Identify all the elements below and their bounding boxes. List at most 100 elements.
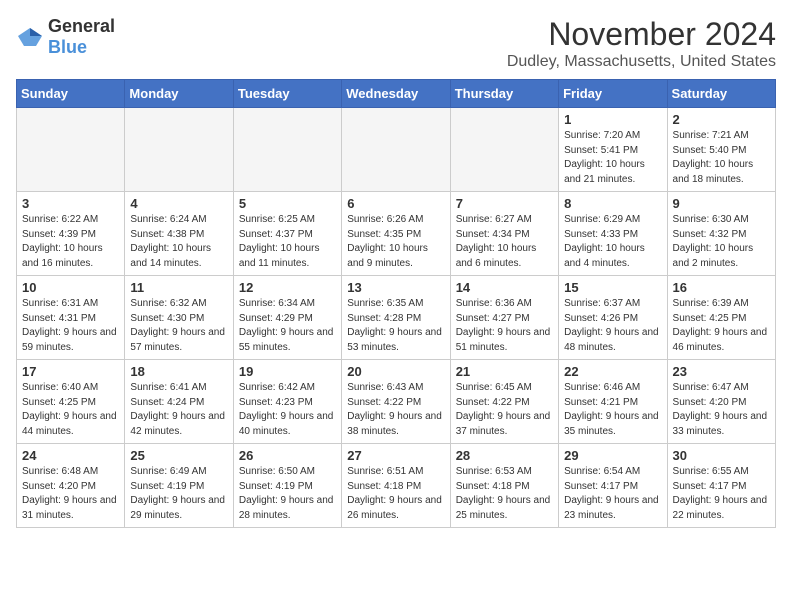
logo-general: General [48,16,115,36]
calendar-week-4: 17Sunrise: 6:40 AM Sunset: 4:25 PM Dayli… [17,360,776,444]
day-number: 20 [347,364,444,379]
calendar-cell: 15 Sunrise: 6:37 AM Sunset: 4:26 PM Dayli… [559,276,667,360]
logo: General Blue [16,16,115,58]
day-number: 1 [564,112,661,127]
calendar-cell: 16 Sunrise: 6:39 AM Sunset: 4:25 PM Dayli… [667,276,775,360]
day-info: Sunrise: 6:50 AM Sunset: 4:19 PM Dayligh… [239,465,336,523]
day-number: 15 [564,280,661,295]
calendar-table: SundayMondayTuesdayWednesdayThursdayFrid… [16,79,776,528]
day-info: Sunrise: 6:46 AM Sunset: 4:21 PM Dayligh… [564,381,661,439]
day-number: 7 [456,196,553,211]
day-info: Sunrise: 6:55 AM Sunset: 4:17 PM Dayligh… [673,465,770,523]
day-info: Sunrise: 6:30 AM Sunset: 4:32 PM Dayligh… [673,213,770,271]
day-info: Sunrise: 6:54 AM Sunset: 4:17 PM Dayligh… [564,465,661,523]
calendar-cell: 23Sunrise: 6:47 AM Sunset: 4:20 PM Dayli… [667,360,775,444]
day-info: Sunrise: 6:41 AM Sunset: 4:24 PM Dayligh… [130,381,227,439]
calendar-week-3: 10 Sunrise: 6:31 AM Sunset: 4:31 PM Dayli… [17,276,776,360]
weekday-header-friday: Friday [559,80,667,108]
day-info: Sunrise: 6:26 AM Sunset: 4:35 PM Dayligh… [347,213,444,271]
day-info: Sunrise: 6:51 AM Sunset: 4:18 PM Dayligh… [347,465,444,523]
day-info: Sunrise: 6:48 AM Sunset: 4:20 PM Dayligh… [22,465,119,523]
day-number: 2 [673,112,770,127]
day-info: Sunrise: 6:29 AM Sunset: 4:33 PM Dayligh… [564,213,661,271]
header: General Blue November 2024 Dudley, Massa… [16,16,776,71]
calendar-cell [450,108,558,192]
weekday-header-wednesday: Wednesday [342,80,450,108]
calendar-cell: 24 Sunrise: 6:48 AM Sunset: 4:20 PM Dayli… [17,444,125,528]
day-number: 21 [456,364,553,379]
day-info: Sunrise: 6:31 AM Sunset: 4:31 PM Dayligh… [22,297,119,355]
calendar-cell [233,108,341,192]
day-info: Sunrise: 6:42 AM Sunset: 4:23 PM Dayligh… [239,381,336,439]
logo-text: General Blue [48,16,115,58]
day-number: 24 [22,448,119,463]
calendar-week-1: 1 Sunrise: 7:20 AM Sunset: 5:41 PM Daylig… [17,108,776,192]
calendar-cell: 25Sunrise: 6:49 AM Sunset: 4:19 PM Dayli… [125,444,233,528]
calendar-cell: 20 Sunrise: 6:43 AM Sunset: 4:22 PM Dayli… [342,360,450,444]
calendar-cell: 5 Sunrise: 6:25 AM Sunset: 4:37 PM Daylig… [233,192,341,276]
calendar-cell: 8Sunrise: 6:29 AM Sunset: 4:33 PM Daylig… [559,192,667,276]
calendar-cell: 9 Sunrise: 6:30 AM Sunset: 4:32 PM Daylig… [667,192,775,276]
day-number: 5 [239,196,336,211]
calendar-cell: 27 Sunrise: 6:51 AM Sunset: 4:18 PM Dayli… [342,444,450,528]
calendar-cell: 22Sunrise: 6:46 AM Sunset: 4:21 PM Dayli… [559,360,667,444]
calendar-week-2: 3 Sunrise: 6:22 AM Sunset: 4:39 PM Daylig… [17,192,776,276]
day-number: 18 [130,364,227,379]
day-number: 12 [239,280,336,295]
calendar-cell: 6 Sunrise: 6:26 AM Sunset: 4:35 PM Daylig… [342,192,450,276]
weekday-header-tuesday: Tuesday [233,80,341,108]
calendar-cell: 28 Sunrise: 6:53 AM Sunset: 4:18 PM Dayli… [450,444,558,528]
logo-blue: Blue [48,37,87,57]
weekday-header-row: SundayMondayTuesdayWednesdayThursdayFrid… [17,80,776,108]
calendar-cell: 19 Sunrise: 6:42 AM Sunset: 4:23 PM Dayli… [233,360,341,444]
calendar-cell [342,108,450,192]
day-info: Sunrise: 6:22 AM Sunset: 4:39 PM Dayligh… [22,213,119,271]
day-info: Sunrise: 6:24 AM Sunset: 4:38 PM Dayligh… [130,213,227,271]
calendar-cell: 30Sunrise: 6:55 AM Sunset: 4:17 PM Dayli… [667,444,775,528]
day-info: Sunrise: 6:32 AM Sunset: 4:30 PM Dayligh… [130,297,227,355]
calendar-cell [125,108,233,192]
calendar-cell: 3 Sunrise: 6:22 AM Sunset: 4:39 PM Daylig… [17,192,125,276]
day-number: 3 [22,196,119,211]
calendar-cell: 26 Sunrise: 6:50 AM Sunset: 4:19 PM Dayli… [233,444,341,528]
day-number: 4 [130,196,227,211]
day-info: Sunrise: 6:36 AM Sunset: 4:27 PM Dayligh… [456,297,553,355]
calendar-cell: 12 Sunrise: 6:34 AM Sunset: 4:29 PM Dayli… [233,276,341,360]
day-info: Sunrise: 6:49 AM Sunset: 4:19 PM Dayligh… [130,465,227,523]
day-number: 6 [347,196,444,211]
day-number: 29 [564,448,661,463]
calendar-cell: 14 Sunrise: 6:36 AM Sunset: 4:27 PM Dayli… [450,276,558,360]
calendar-cell: 4 Sunrise: 6:24 AM Sunset: 4:38 PM Daylig… [125,192,233,276]
day-number: 23 [673,364,770,379]
weekday-header-sunday: Sunday [17,80,125,108]
title-area: November 2024 Dudley, Massachusetts, Uni… [507,16,776,71]
location-title: Dudley, Massachusetts, United States [507,53,776,71]
day-info: Sunrise: 6:53 AM Sunset: 4:18 PM Dayligh… [456,465,553,523]
calendar-cell: 18 Sunrise: 6:41 AM Sunset: 4:24 PM Dayli… [125,360,233,444]
day-number: 10 [22,280,119,295]
calendar-cell: 11Sunrise: 6:32 AM Sunset: 4:30 PM Dayli… [125,276,233,360]
day-info: Sunrise: 6:39 AM Sunset: 4:25 PM Dayligh… [673,297,770,355]
day-info: Sunrise: 6:25 AM Sunset: 4:37 PM Dayligh… [239,213,336,271]
day-number: 16 [673,280,770,295]
calendar-week-5: 24 Sunrise: 6:48 AM Sunset: 4:20 PM Dayli… [17,444,776,528]
calendar-cell [17,108,125,192]
day-number: 14 [456,280,553,295]
calendar-cell: 10 Sunrise: 6:31 AM Sunset: 4:31 PM Dayli… [17,276,125,360]
calendar-cell: 21Sunrise: 6:45 AM Sunset: 4:22 PM Dayli… [450,360,558,444]
day-number: 27 [347,448,444,463]
day-info: Sunrise: 6:34 AM Sunset: 4:29 PM Dayligh… [239,297,336,355]
logo-icon [16,26,44,48]
calendar-cell: 17Sunrise: 6:40 AM Sunset: 4:25 PM Dayli… [17,360,125,444]
day-info: Sunrise: 6:37 AM Sunset: 4:26 PM Dayligh… [564,297,661,355]
day-number: 28 [456,448,553,463]
day-number: 26 [239,448,336,463]
calendar-body: 1 Sunrise: 7:20 AM Sunset: 5:41 PM Daylig… [17,108,776,528]
day-number: 9 [673,196,770,211]
calendar-cell: 13Sunrise: 6:35 AM Sunset: 4:28 PM Dayli… [342,276,450,360]
day-info: Sunrise: 6:43 AM Sunset: 4:22 PM Dayligh… [347,381,444,439]
month-title: November 2024 [507,16,776,53]
calendar-cell: 29 Sunrise: 6:54 AM Sunset: 4:17 PM Dayli… [559,444,667,528]
day-info: Sunrise: 7:20 AM Sunset: 5:41 PM Dayligh… [564,129,661,187]
day-number: 19 [239,364,336,379]
